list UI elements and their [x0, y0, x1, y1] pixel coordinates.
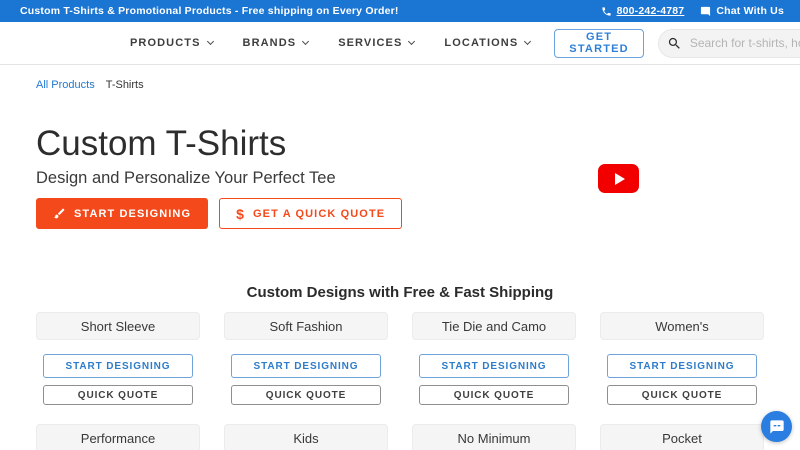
- nav-locations[interactable]: LOCATIONS: [444, 37, 532, 49]
- main-navbar: PRODUCTS BRANDS SERVICES LOCATIONS GET S…: [0, 22, 800, 65]
- category-title[interactable]: Short Sleeve: [36, 312, 200, 340]
- chat-with-us-link[interactable]: Chat With Us: [700, 5, 784, 17]
- nav-products-label: PRODUCTS: [130, 37, 201, 49]
- chevron-down-icon: [302, 37, 310, 46]
- page-title: Custom T-Shirts: [36, 124, 287, 163]
- chevron-down-icon: [206, 37, 214, 46]
- promo-bar: Custom T-Shirts & Promotional Products -…: [0, 0, 800, 22]
- nav-brands[interactable]: BRANDS: [242, 37, 310, 49]
- search-icon: [668, 37, 680, 49]
- category-card-womens: Women's START DESIGNING QUICK QUOTE: [600, 312, 764, 405]
- category-title[interactable]: Kids: [224, 424, 388, 450]
- nav-brands-label: BRANDS: [242, 37, 297, 49]
- nav-services[interactable]: SERVICES: [338, 37, 416, 49]
- promo-bar-right: 800-242-4787 Chat With Us: [601, 5, 784, 17]
- nav-locations-label: LOCATIONS: [444, 37, 519, 49]
- hero-buttons: START DESIGNING $ GET A QUICK QUOTE: [36, 198, 800, 229]
- chat-launcher-button[interactable]: [761, 411, 792, 442]
- category-title[interactable]: No Minimum: [412, 424, 576, 450]
- chat-bubble-icon: [769, 419, 784, 434]
- category-card-tie-die-camo: Tie Die and Camo START DESIGNING QUICK Q…: [412, 312, 576, 405]
- category-title[interactable]: Women's: [600, 312, 764, 340]
- card-start-designing-button[interactable]: START DESIGNING: [43, 354, 193, 378]
- card-quick-quote-button[interactable]: QUICK QUOTE: [419, 385, 569, 405]
- breadcrumb: All Products T-Shirts: [0, 65, 800, 91]
- hero-section: Custom T-Shirts Design and Personalize Y…: [0, 124, 800, 229]
- card-actions: START DESIGNING QUICK QUOTE: [607, 354, 757, 405]
- card-quick-quote-button[interactable]: QUICK QUOTE: [43, 385, 193, 405]
- chevron-down-icon: [524, 37, 532, 46]
- nav-products[interactable]: PRODUCTS: [130, 37, 214, 49]
- category-title[interactable]: Tie Die and Camo: [412, 312, 576, 340]
- category-card-performance: Performance START DESIGNING QUICK QUOTE: [36, 424, 200, 450]
- category-title[interactable]: Soft Fashion: [224, 312, 388, 340]
- chat-icon: [701, 6, 711, 16]
- play-icon: [615, 172, 625, 185]
- start-designing-label: START DESIGNING: [74, 207, 192, 220]
- chevron-down-icon: [408, 37, 416, 46]
- category-title[interactable]: Performance: [36, 424, 200, 450]
- card-quick-quote-button[interactable]: QUICK QUOTE: [231, 385, 381, 405]
- breadcrumb-all-products[interactable]: All Products: [36, 79, 95, 91]
- paintbrush-icon: [54, 208, 65, 219]
- chat-with-us-label: Chat With Us: [716, 5, 784, 17]
- get-quick-quote-label: GET A QUICK QUOTE: [253, 207, 386, 220]
- phone-link[interactable]: 800-242-4787: [601, 5, 685, 17]
- start-designing-button[interactable]: START DESIGNING: [36, 198, 209, 229]
- section-heading: Custom Designs with Free & Fast Shipping: [246, 284, 554, 301]
- category-card-short-sleeve: Short Sleeve START DESIGNING QUICK QUOTE: [36, 312, 200, 405]
- category-card-pocket: Pocket START DESIGNING QUICK QUOTE: [600, 424, 764, 450]
- hero-subtitle: Design and Personalize Your Perfect Tee: [36, 169, 336, 187]
- category-card-kids: Kids START DESIGNING QUICK QUOTE: [224, 424, 388, 450]
- phone-icon: [601, 6, 611, 16]
- card-start-designing-button[interactable]: START DESIGNING: [419, 354, 569, 378]
- category-grid: Short Sleeve START DESIGNING QUICK QUOTE…: [36, 312, 764, 450]
- category-card-soft-fashion: Soft Fashion START DESIGNING QUICK QUOTE: [224, 312, 388, 405]
- nav-services-label: SERVICES: [338, 37, 403, 49]
- category-card-no-minimum: No Minimum START DESIGNING QUICK QUOTE: [412, 424, 576, 450]
- youtube-play-button[interactable]: [598, 164, 639, 193]
- card-actions: START DESIGNING QUICK QUOTE: [231, 354, 381, 405]
- get-quick-quote-button[interactable]: $ GET A QUICK QUOTE: [219, 198, 403, 229]
- card-actions: START DESIGNING QUICK QUOTE: [43, 354, 193, 405]
- card-actions: START DESIGNING QUICK QUOTE: [419, 354, 569, 405]
- phone-number: 800-242-4787: [616, 5, 685, 17]
- get-started-button[interactable]: GET STARTED: [554, 28, 644, 58]
- promo-text: Custom T-Shirts & Promotional Products -…: [20, 5, 399, 17]
- card-start-designing-button[interactable]: START DESIGNING: [607, 354, 757, 378]
- breadcrumb-current: T-Shirts: [105, 79, 144, 91]
- card-start-designing-button[interactable]: START DESIGNING: [231, 354, 381, 378]
- card-quick-quote-button[interactable]: QUICK QUOTE: [607, 385, 757, 405]
- search-bar: [657, 28, 800, 58]
- dollar-icon: $: [236, 205, 246, 222]
- nav-menu: PRODUCTS BRANDS SERVICES LOCATIONS: [130, 37, 532, 49]
- category-title[interactable]: Pocket: [600, 424, 764, 450]
